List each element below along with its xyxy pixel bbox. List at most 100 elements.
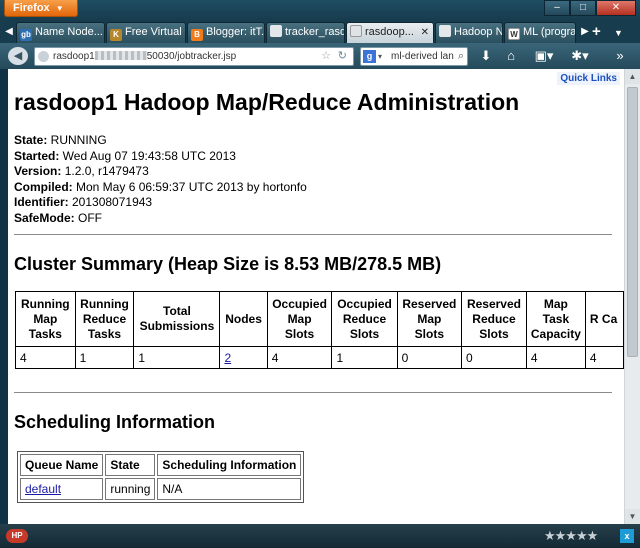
column-header: Reserved Map Slots bbox=[396, 291, 463, 347]
jobtracker-info: State: RUNNING Started: Wed Aug 07 19:43… bbox=[14, 133, 307, 226]
tab-label: Blogger: itT... bbox=[206, 26, 265, 38]
table-cell: 0 bbox=[461, 346, 527, 369]
url-path: 50030/jobtracker.jsp bbox=[146, 51, 237, 62]
tab-name-node[interactable]: gb Name Node... bbox=[16, 22, 105, 43]
firefox-menu-label: Firefox bbox=[13, 2, 50, 14]
column-header: Running Map Tasks bbox=[15, 291, 76, 347]
site-identity-icon[interactable] bbox=[38, 51, 49, 62]
tab-label: Name Node... bbox=[35, 26, 103, 38]
navigation-toolbar: ◀ rasdoop1 50030/jobtracker.jsp ☆ ↻ g ▾ m… bbox=[0, 43, 640, 69]
page-title: rasdoop1 Hadoop Map/Reduce Administratio… bbox=[14, 89, 520, 115]
table-header-row: Queue Name State Scheduling Information bbox=[20, 454, 302, 476]
info-value: Wed Aug 07 19:43:58 UTC 2013 bbox=[59, 148, 236, 163]
page-viewport: Quick Links rasdoop1 Hadoop Map/Reduce A… bbox=[8, 69, 624, 524]
tab-favicon-icon bbox=[270, 25, 282, 37]
info-value: 201308071943 bbox=[68, 195, 153, 209]
tab-rasdoop-active[interactable]: rasdoop... ✕ bbox=[346, 22, 434, 43]
info-version: Version: 1.2.0, r1479473 bbox=[14, 164, 307, 180]
scroll-tabs-left-icon[interactable]: ◀ bbox=[2, 23, 16, 41]
new-tab-button[interactable]: + bbox=[592, 23, 601, 41]
chevron-down-icon: ▾ bbox=[378, 52, 383, 61]
tab-free-virtual[interactable]: KFree Virtual ... bbox=[106, 22, 186, 43]
info-value: RUNNING bbox=[47, 133, 107, 147]
tab-tracker[interactable]: tracker_rasd... bbox=[266, 22, 345, 43]
scheduling-heading: Scheduling Information bbox=[14, 412, 215, 432]
list-all-tabs-icon[interactable]: ▼ bbox=[614, 24, 623, 42]
table-cell: default bbox=[20, 478, 104, 500]
window-border bbox=[0, 69, 8, 524]
tab-bar: ◀ gbName Node... KFree Virtual ... BBlog… bbox=[0, 20, 640, 43]
close-addon-bar-icon[interactable]: x bbox=[620, 529, 634, 543]
tab-blogger[interactable]: B Blogger: itT... bbox=[187, 22, 265, 43]
table-cell: 1 bbox=[74, 346, 135, 369]
column-header: Reserved Reduce Slots bbox=[461, 291, 527, 347]
table-header-row: Running Map Tasks Running Reduce Tasks T… bbox=[15, 291, 624, 347]
back-button[interactable]: ◀ bbox=[8, 47, 28, 65]
info-value: 1.2.0, r1479473 bbox=[61, 164, 149, 178]
table-cell: 4 bbox=[15, 346, 76, 369]
search-input[interactable]: ml-derived lan bbox=[391, 51, 454, 62]
column-header: Running Reduce Tasks bbox=[74, 291, 135, 347]
table-cell: 1 bbox=[133, 346, 221, 369]
column-header: Nodes bbox=[219, 291, 268, 347]
search-engine-icon[interactable]: g bbox=[363, 50, 376, 63]
scroll-thumb[interactable] bbox=[627, 87, 638, 357]
info-compiled: Compiled: Mon May 6 06:59:37 UTC 2013 by… bbox=[14, 180, 307, 196]
minimize-button[interactable]: – bbox=[544, 0, 570, 16]
tab-favicon-icon: gb bbox=[20, 29, 32, 41]
tab-hadoop-na[interactable]: Hadoop Na... bbox=[435, 22, 503, 43]
column-header: Occupied Map Slots bbox=[266, 291, 333, 347]
home-icon[interactable]: ⌂ bbox=[502, 47, 520, 65]
divider bbox=[14, 234, 612, 235]
quick-links-link[interactable]: Quick Links bbox=[557, 72, 620, 85]
scheduling-table: Queue Name State Scheduling Information … bbox=[17, 451, 305, 503]
redacted-url-segment bbox=[94, 51, 147, 60]
vertical-scrollbar[interactable]: ▲ ▼ bbox=[624, 69, 640, 524]
addon-badge-icon[interactable]: HP bbox=[6, 529, 28, 543]
window-icon[interactable]: ▣▾ bbox=[532, 47, 556, 65]
info-label: State: bbox=[14, 133, 48, 147]
chevron-down-icon: ▼ bbox=[55, 4, 64, 13]
bookmark-star-icon[interactable]: ☆ bbox=[321, 48, 331, 65]
column-header: Occupied Reduce Slots bbox=[331, 291, 398, 347]
firefox-menu-button[interactable]: Firefox ▼ bbox=[4, 0, 78, 17]
cluster-summary-table: Running Map Tasks Running Reduce Tasks T… bbox=[15, 291, 624, 369]
search-bar[interactable]: g ▾ ml-derived lan ⌕ bbox=[360, 47, 468, 66]
info-label: Started: bbox=[14, 148, 60, 163]
reload-icon[interactable]: ↻ bbox=[338, 48, 347, 65]
tab-label: Hadoop Na... bbox=[454, 26, 503, 38]
column-header: Scheduling Information bbox=[157, 454, 302, 476]
maximize-button[interactable]: □ bbox=[570, 0, 596, 16]
scroll-up-icon[interactable]: ▲ bbox=[625, 69, 640, 84]
column-header: Total Submissions bbox=[133, 291, 221, 347]
table-cell: 2 bbox=[219, 346, 268, 369]
download-icon[interactable]: ⬇ bbox=[477, 47, 495, 65]
addon-bar: HP ★★★★★ x bbox=[0, 524, 640, 548]
info-value: OFF bbox=[74, 210, 103, 225]
tools-menu-icon[interactable]: » bbox=[608, 47, 632, 65]
queue-default-link[interactable]: default bbox=[25, 482, 61, 496]
table-cell: 4 bbox=[266, 346, 333, 369]
nodes-link[interactable]: 2 bbox=[224, 351, 231, 365]
close-window-button[interactable]: ✕ bbox=[596, 0, 636, 16]
column-header: R Ca bbox=[584, 291, 624, 347]
column-header: State bbox=[105, 454, 156, 476]
tab-label: tracker_rasd... bbox=[285, 26, 344, 38]
close-tab-icon[interactable]: ✕ bbox=[421, 23, 429, 42]
info-state: State: RUNNING bbox=[14, 133, 307, 149]
table-cell: 4 bbox=[525, 346, 586, 369]
info-value: Mon May 6 06:59:37 UTC 2013 by hortonfo bbox=[72, 179, 307, 194]
search-icon[interactable]: ⌕ bbox=[458, 48, 464, 65]
table-row: 4 1 1 2 4 1 0 0 4 4 bbox=[15, 346, 624, 369]
tab-ml[interactable]: WML (progra... bbox=[504, 22, 576, 43]
info-label: Version: bbox=[14, 164, 62, 178]
table-cell: N/A bbox=[157, 478, 302, 500]
scroll-down-icon[interactable]: ▼ bbox=[625, 509, 640, 524]
table-cell: 1 bbox=[331, 346, 398, 369]
scroll-tabs-right-icon[interactable]: ▶ bbox=[578, 23, 592, 41]
window-controls: – □ ✕ bbox=[544, 0, 636, 16]
table-cell: running bbox=[105, 478, 156, 500]
rating-stars-icon[interactable]: ★★★★★ bbox=[544, 528, 598, 544]
puzzle-icon[interactable]: ✱▾ bbox=[568, 47, 592, 65]
url-bar[interactable]: rasdoop1 50030/jobtracker.jsp ☆ ↻ bbox=[34, 47, 354, 66]
